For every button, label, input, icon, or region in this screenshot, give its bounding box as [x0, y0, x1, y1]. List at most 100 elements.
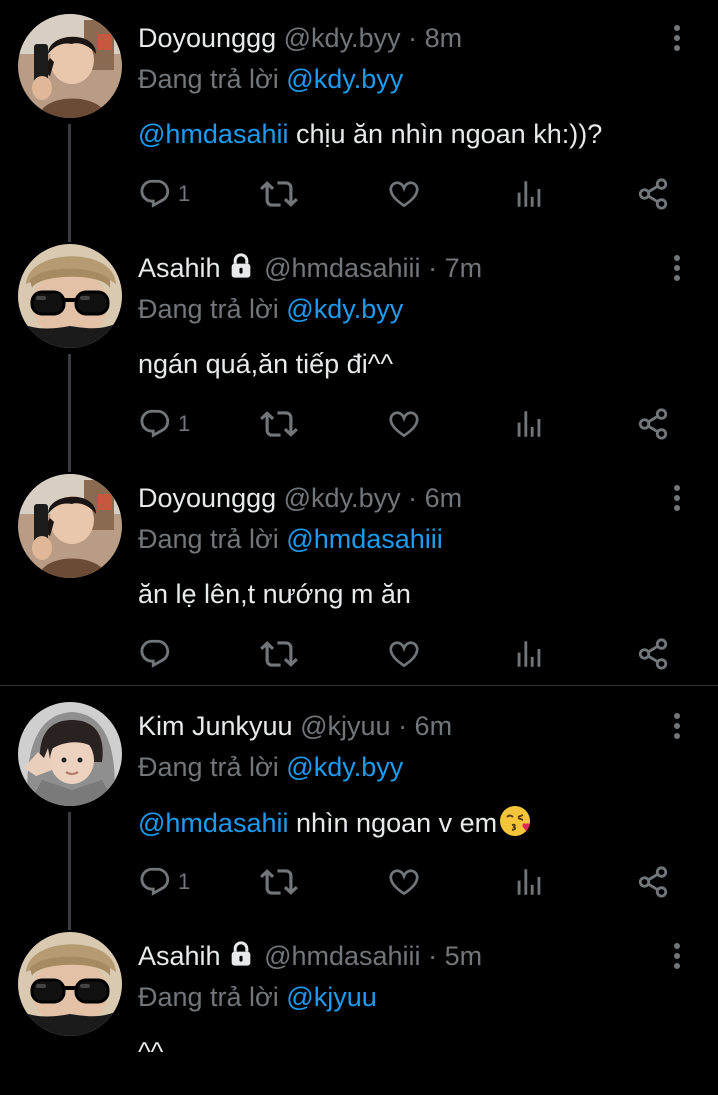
share-button[interactable] [636, 634, 670, 674]
views-icon [512, 407, 546, 441]
tweet-header: Doyounggg @kdy.byy · 6m [138, 482, 462, 514]
tweet[interactable]: Doyounggg @kdy.byy · 8m Đang trả lời @kd… [0, 0, 718, 230]
action-bar [0, 634, 718, 674]
display-name[interactable]: Kim Junkyuu [138, 711, 293, 741]
avatar[interactable] [18, 702, 122, 806]
replying-to: Đang trả lời @kjyuu [138, 981, 377, 1013]
tweet[interactable]: Doyounggg @kdy.byy · 6m Đang trả lời @hm… [0, 460, 718, 685]
reply-icon [138, 865, 172, 899]
kissing-face-emoji [499, 805, 531, 837]
display-name[interactable]: Doyounggg [138, 483, 276, 513]
user-handle[interactable]: @hmdasahiii [264, 941, 420, 971]
replying-to-label: Đang trả lời [138, 294, 279, 324]
replying-to-handle[interactable]: @hmdasahiii [286, 524, 442, 554]
replying-to: Đang trả lời @kdy.byy [138, 63, 403, 95]
replying-to-handle[interactable]: @kjyuu [286, 982, 376, 1012]
reply-button[interactable]: 1 [138, 862, 190, 902]
more-icon[interactable] [668, 940, 686, 972]
user-handle[interactable]: @kjyuu [300, 711, 390, 741]
views-button[interactable] [512, 404, 546, 444]
more-icon[interactable] [668, 22, 686, 54]
retweet-button[interactable] [260, 174, 298, 214]
like-button[interactable] [386, 862, 422, 902]
like-icon [386, 176, 422, 212]
replying-to-handle[interactable]: @kdy.byy [286, 294, 403, 324]
tweet[interactable]: Asahih @hmdasahiii · 5m Đang trả lời @kj… [0, 918, 718, 1095]
tweet-header: Doyounggg @kdy.byy · 8m [138, 22, 462, 54]
replying-to-label: Đang trả lời [138, 524, 279, 554]
views-button[interactable] [512, 634, 546, 674]
avatar[interactable] [18, 932, 122, 1036]
reply-count: 1 [178, 411, 191, 436]
views-icon [512, 637, 546, 671]
replying-to: Đang trả lời @kdy.byy [138, 751, 403, 783]
display-name[interactable]: Asahih [138, 253, 221, 283]
share-icon [636, 177, 670, 211]
replying-to-handle[interactable]: @kdy.byy [286, 64, 403, 94]
replying-to-handle[interactable]: @kdy.byy [286, 752, 403, 782]
timestamp[interactable]: · 7m [428, 253, 482, 283]
reply-icon [138, 177, 172, 211]
retweet-icon [260, 635, 298, 673]
tweet[interactable]: Asahih @hmdasahiii · 7m Đang trả lời @kd… [0, 230, 718, 460]
like-button[interactable] [386, 634, 422, 674]
tweet-body: nhìn ngoan v em [296, 808, 498, 838]
reply-button[interactable]: 1 [138, 404, 190, 444]
replying-to: Đang trả lời @hmdasahiii [138, 523, 443, 555]
tweet-text: @hmdasahii nhìn ngoan v em [138, 805, 531, 840]
replying-to-label: Đang trả lời [138, 982, 279, 1012]
tweet-body: ^^ [138, 1037, 164, 1067]
like-icon [386, 406, 422, 442]
display-name[interactable]: Doyounggg [138, 23, 276, 53]
avatar[interactable] [18, 14, 122, 118]
share-button[interactable] [636, 174, 670, 214]
like-icon [386, 864, 422, 900]
tweet[interactable]: Kim Junkyuu @kjyuu · 6m Đang trả lời @kd… [0, 688, 718, 918]
timestamp[interactable]: · 6m [398, 711, 452, 741]
reply-icon [138, 407, 172, 441]
retweet-button[interactable] [260, 404, 298, 444]
share-button[interactable] [636, 404, 670, 444]
thread-divider [0, 685, 718, 686]
views-button[interactable] [512, 862, 546, 902]
lock-icon [227, 940, 255, 968]
retweet-button[interactable] [260, 862, 298, 902]
share-icon [636, 865, 670, 899]
retweet-icon [260, 863, 298, 901]
action-bar: 1 [0, 862, 718, 902]
mention-link[interactable]: @hmdasahii [138, 808, 288, 838]
display-name[interactable]: Asahih [138, 941, 221, 971]
like-button[interactable] [386, 404, 422, 444]
timestamp[interactable]: · 6m [408, 483, 462, 513]
avatar[interactable] [18, 474, 122, 578]
share-button[interactable] [636, 862, 670, 902]
avatar[interactable] [18, 244, 122, 348]
reply-button[interactable] [138, 634, 172, 674]
replying-to: Đang trả lời @kdy.byy [138, 293, 403, 325]
reply-count: 1 [178, 181, 191, 206]
share-icon [636, 407, 670, 441]
views-button[interactable] [512, 174, 546, 214]
replying-to-label: Đang trả lời [138, 752, 279, 782]
more-icon[interactable] [668, 710, 686, 742]
tweet-text: ^^ [138, 1035, 163, 1069]
reply-count: 1 [178, 869, 191, 894]
retweet-icon [260, 175, 298, 213]
action-bar: 1 [0, 174, 718, 214]
user-handle[interactable]: @kdy.byy [284, 483, 401, 513]
tweet-body: ăn lẹ lên,t nướng m ăn [138, 579, 411, 609]
tweet-header: Kim Junkyuu @kjyuu · 6m [138, 710, 452, 742]
more-icon[interactable] [668, 482, 686, 514]
user-handle[interactable]: @hmdasahiii [264, 253, 420, 283]
tweet-text: ăn lẹ lên,t nướng m ăn [138, 577, 411, 611]
like-button[interactable] [386, 174, 422, 214]
reply-button[interactable]: 1 [138, 174, 190, 214]
tweet-header: Asahih @hmdasahiii · 7m [138, 252, 482, 284]
timestamp[interactable]: · 5m [428, 941, 482, 971]
more-icon[interactable] [668, 252, 686, 284]
replying-to-label: Đang trả lời [138, 64, 279, 94]
timestamp[interactable]: · 8m [408, 23, 462, 53]
mention-link[interactable]: @hmdasahii [138, 119, 288, 149]
retweet-button[interactable] [260, 634, 298, 674]
user-handle[interactable]: @kdy.byy [284, 23, 401, 53]
